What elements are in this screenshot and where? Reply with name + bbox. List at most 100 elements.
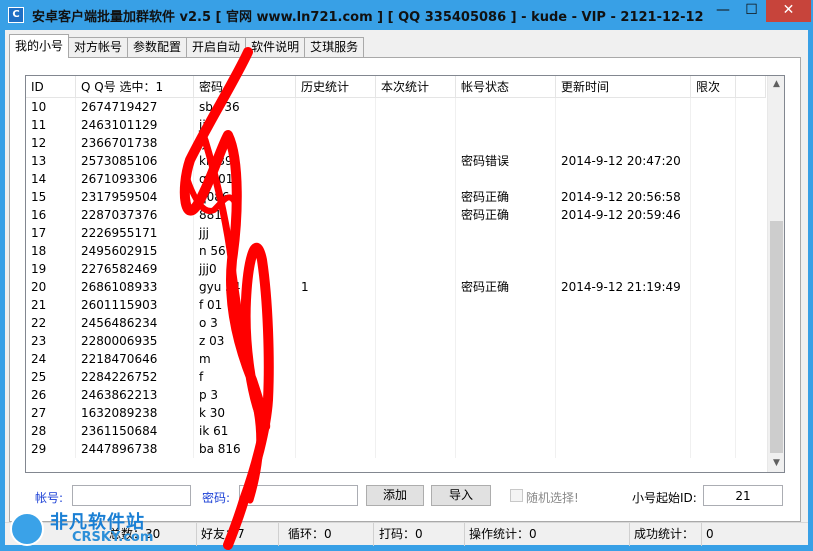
cell-qq: 2495602915 xyxy=(76,242,194,260)
cell-qq: 2456486234 xyxy=(76,314,194,332)
tab-aiqi-service[interactable]: 艾琪服务 xyxy=(304,37,365,58)
column-header-updated[interactable]: 更新时间 xyxy=(556,76,691,98)
cell-limit xyxy=(691,404,736,422)
table-row[interactable]: 15 2317959504 q086 密码正确 2014-9-12 20:56:58 xyxy=(26,188,766,206)
table-row[interactable]: 26 2463862213 p 3 xyxy=(26,386,766,404)
tab-settings[interactable]: 参数配置 xyxy=(127,37,188,58)
vertical-scrollbar[interactable]: ▲ ▼ xyxy=(767,76,784,472)
table-row[interactable]: 23 2280006935 z 03 xyxy=(26,332,766,350)
column-header-current[interactable]: 本次统计 xyxy=(376,76,456,98)
add-button[interactable]: 添加 xyxy=(366,485,424,506)
cell-id: 22 xyxy=(26,314,76,332)
column-header-filler xyxy=(736,76,766,98)
cell-password: jjj0 xyxy=(194,260,296,278)
table-row[interactable]: 27 1632089238 k 30 xyxy=(26,404,766,422)
table-row[interactable]: 19 2276582469 jjj0 xyxy=(26,260,766,278)
cell-limit xyxy=(691,296,736,314)
tab-help[interactable]: 软件说明 xyxy=(245,37,306,58)
column-header-qq[interactable]: Q Q号 选中：1 xyxy=(76,76,194,98)
column-header-id[interactable]: ID xyxy=(26,76,76,98)
cell-qq: 2284226752 xyxy=(76,368,194,386)
tab-my-accounts[interactable]: 我的小号 xyxy=(9,34,70,58)
tab-auto-start[interactable]: 开启自动 xyxy=(186,37,247,58)
cell-limit xyxy=(691,224,736,242)
table-row[interactable]: 14 2671093306 q 301 xyxy=(26,170,766,188)
table-row[interactable]: 12 2366701738 jjj xyxy=(26,134,766,152)
cell-limit xyxy=(691,152,736,170)
table-row[interactable]: 29 2447896738 ba 816 xyxy=(26,440,766,458)
cell-id: 19 xyxy=(26,260,76,278)
start-id-input[interactable] xyxy=(703,485,783,506)
cell-password: sb 936 xyxy=(194,98,296,116)
cell-id: 11 xyxy=(26,116,76,134)
column-header-history[interactable]: 历史统计 xyxy=(296,76,376,98)
scroll-up-icon[interactable]: ▲ xyxy=(768,76,784,93)
cell-history xyxy=(296,440,376,458)
cell-password: ik 61 xyxy=(194,422,296,440)
password-input[interactable] xyxy=(239,485,358,506)
cell-history xyxy=(296,332,376,350)
close-icon[interactable]: ✕ xyxy=(766,0,811,22)
cell-updated xyxy=(556,314,691,332)
scroll-down-icon[interactable]: ▼ xyxy=(768,455,784,472)
status-loop: 循环：0 xyxy=(284,523,374,546)
cell-status xyxy=(456,332,556,350)
table-row[interactable]: 21 2601115903 f 01 xyxy=(26,296,766,314)
cell-limit xyxy=(691,314,736,332)
cell-history xyxy=(296,422,376,440)
column-header-password[interactable]: 密码 xyxy=(194,76,296,98)
table-row[interactable]: 17 2226955171 jjj xyxy=(26,224,766,242)
cell-updated xyxy=(556,332,691,350)
cell-limit xyxy=(691,206,736,224)
cell-status xyxy=(456,224,556,242)
cell-password: p 3 xyxy=(194,386,296,404)
scrollbar-thumb[interactable] xyxy=(770,221,783,453)
cell-history xyxy=(296,206,376,224)
account-list[interactable]: ID Q Q号 选中：1 密码 历史统计 本次统计 帐号状态 更新时间 限次 1… xyxy=(25,75,785,473)
table-row[interactable]: 16 2287037376 881 密码正确 2014-9-12 20:59:46 xyxy=(26,206,766,224)
cell-id: 15 xyxy=(26,188,76,206)
cell-history xyxy=(296,296,376,314)
cell-id: 27 xyxy=(26,404,76,422)
tab-target-accounts[interactable]: 对方帐号 xyxy=(68,37,129,58)
cell-status xyxy=(456,440,556,458)
cell-current xyxy=(376,332,456,350)
title-bar[interactable]: C 安卓客户端批量加群软件 v2.5 [ 官网 www.ln721.com ] … xyxy=(0,0,813,30)
cell-id: 21 xyxy=(26,296,76,314)
cell-updated xyxy=(556,350,691,368)
cell-updated xyxy=(556,296,691,314)
cell-qq: 2317959504 xyxy=(76,188,194,206)
cell-history xyxy=(296,404,376,422)
cell-password: q 301 xyxy=(194,170,296,188)
minimize-icon[interactable]: — xyxy=(709,0,737,22)
cell-status xyxy=(456,296,556,314)
cell-status xyxy=(456,368,556,386)
column-header-limit[interactable]: 限次 xyxy=(691,76,736,98)
table-row[interactable]: 25 2284226752 f xyxy=(26,368,766,386)
import-button[interactable]: 导入 xyxy=(431,485,491,506)
random-select-checkbox[interactable] xyxy=(510,489,523,502)
list-header: ID Q Q号 选中：1 密码 历史统计 本次统计 帐号状态 更新时间 限次 xyxy=(26,76,766,98)
account-input[interactable] xyxy=(72,485,191,506)
table-row[interactable]: 28 2361150684 ik 61 xyxy=(26,422,766,440)
table-row[interactable]: 22 2456486234 o 3 xyxy=(26,314,766,332)
cell-qq: 1632089238 xyxy=(76,404,194,422)
cell-status xyxy=(456,98,556,116)
cell-updated xyxy=(556,224,691,242)
cell-current xyxy=(376,206,456,224)
cell-id: 10 xyxy=(26,98,76,116)
table-row[interactable]: 24 2218470646 m xyxy=(26,350,766,368)
cell-password: f xyxy=(194,368,296,386)
cell-id: 28 xyxy=(26,422,76,440)
table-row[interactable]: 10 2674719427 sb 936 xyxy=(26,98,766,116)
table-row[interactable]: 13 2573085106 kn 392 密码错误 2014-9-12 20:47:20 xyxy=(26,152,766,170)
table-row[interactable]: 11 2463101129 jjj xyxy=(26,116,766,134)
cell-updated xyxy=(556,386,691,404)
column-header-status[interactable]: 帐号状态 xyxy=(456,76,556,98)
cell-current xyxy=(376,314,456,332)
table-row[interactable]: 20 2686108933 gyu 54 1 密码正确 2014-9-12 21:19:4… xyxy=(26,278,766,296)
maximize-icon[interactable]: ☐ xyxy=(738,0,765,22)
watermark-logo: 非凡软件站 CRSKY.com xyxy=(0,505,170,551)
cell-qq: 2366701738 xyxy=(76,134,194,152)
table-row[interactable]: 18 2495602915 n 561 xyxy=(26,242,766,260)
